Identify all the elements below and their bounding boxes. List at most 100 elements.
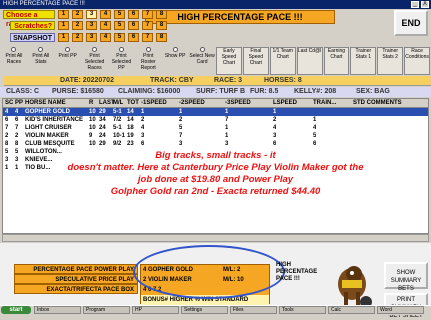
column-header[interactable]: -1SPEED (141, 99, 167, 108)
table-cell: 5 (313, 133, 317, 139)
race-number-box[interactable]: 5 (114, 10, 125, 19)
option-11[interactable]: Last Cd@l (296, 47, 323, 75)
taskbar-item[interactable]: Word (377, 306, 424, 314)
table-row[interactable]: 6 6 KID'S INHERITANCE 10 34 7/2 14 2 2 7 2 1 (3, 116, 428, 124)
sex-value: SEX: BAG (356, 88, 390, 95)
column-header[interactable]: LSPEED (273, 99, 297, 108)
radio-icon (65, 47, 71, 53)
table-cell: 1 (273, 109, 277, 115)
option-7[interactable]: Select New Card (189, 47, 215, 75)
taskbar-item[interactable]: Settings (181, 306, 228, 314)
race-number-box[interactable]: 4 (100, 10, 111, 19)
column-header[interactable]: SC (5, 99, 13, 108)
race-number-box[interactable]: 2 (72, 10, 83, 19)
option-3[interactable]: Print Selected Races (82, 47, 108, 75)
scratch-number-box[interactable]: 4 (100, 21, 111, 30)
start-button[interactable]: start (1, 306, 31, 314)
option-5[interactable]: Print Roster Report (135, 47, 161, 75)
table-cell: 18 (127, 125, 134, 131)
column-header[interactable]: TOT (127, 99, 139, 108)
column-header[interactable]: M/L (113, 99, 123, 108)
close-window-button[interactable]: X (421, 1, 429, 8)
purse-value: PURSE: $16580 (52, 88, 104, 95)
column-header[interactable]: PP (15, 99, 23, 108)
scratch-number-box[interactable]: 8 (156, 21, 167, 30)
snapshot-label: SNAPSHOT (10, 33, 55, 42)
scratch-number-box[interactable]: 7 (142, 21, 153, 30)
table-cell: 4 (15, 109, 19, 115)
snapshot-number-box[interactable]: 7 (142, 33, 153, 42)
end-button[interactable]: END (394, 10, 428, 36)
table-row[interactable]: 4 4 GOPHER GOLD 10 29 5-1 14 1 1 1 1 (3, 108, 428, 116)
scratch-number-box[interactable]: 5 (114, 21, 125, 30)
scratch-number-box[interactable]: 1 (58, 21, 69, 30)
column-header[interactable]: -2SPEED (179, 99, 205, 108)
table-cell: 10 (89, 125, 96, 131)
option-0[interactable]: Print All Races (1, 47, 27, 75)
table-row[interactable]: 7 7 LIGHT CRUISER 10 24 5-1 18 4 5 1 4 4 (3, 124, 428, 132)
table-cell: 10 (89, 141, 96, 147)
scratch-number-box[interactable]: 6 (128, 21, 139, 30)
option-6[interactable]: Show PP (162, 47, 188, 75)
snapshot-number-box[interactable]: 1 (58, 33, 69, 42)
overlay-line-3: job done at $19.80 and Power Play (137, 174, 294, 185)
option-10[interactable]: 1/1 Team Chart (269, 47, 296, 75)
pace-box-label: EXACTA/TRIFECTA PACE BOX (14, 284, 138, 294)
taskbar-item[interactable]: Tools (279, 306, 326, 314)
option-9[interactable]: Final Speed Chart (242, 47, 269, 75)
table-cell: 10-1 (113, 133, 126, 139)
column-header[interactable]: -3SPEED (225, 99, 251, 108)
highlight-ellipse (133, 245, 285, 299)
scratch-number-box[interactable]: 2 (72, 21, 83, 30)
snapshot-number-box[interactable]: 2 (72, 33, 83, 42)
column-header[interactable]: STD COMMENTS (353, 99, 402, 108)
column-header[interactable]: HORSE NAME (25, 99, 66, 108)
radio-icon (11, 47, 17, 53)
race-number-box[interactable]: 3 (86, 10, 97, 19)
option-1[interactable]: Print All Stats (28, 47, 54, 75)
taskbar-item[interactable]: Calc (328, 306, 375, 314)
race-number-box[interactable]: 8 (156, 10, 167, 19)
option-12[interactable]: Earning Chart (323, 47, 350, 75)
radio-icon (118, 47, 124, 53)
horizontal-scrollbar[interactable] (2, 234, 429, 242)
snapshot-number-box[interactable]: 3 (86, 33, 97, 42)
taskbar-item[interactable]: Program (83, 306, 130, 314)
table-cell: 6 (313, 141, 317, 147)
snapshot-number-box[interactable]: 4 (100, 33, 111, 42)
column-header[interactable]: TRAIN... (313, 99, 336, 108)
option-2[interactable]: Print PP (55, 47, 81, 75)
race-date: DATE: 20220702 (60, 77, 114, 84)
show-summary-bets-button[interactable]: SHOW SUMMARY BETS (384, 262, 428, 292)
taskbar-item[interactable]: HP (132, 306, 179, 314)
option-4[interactable]: Print Selected PP (109, 47, 135, 75)
table-cell: 4 (313, 125, 317, 131)
column-header[interactable]: R (89, 99, 93, 108)
race-number-box[interactable]: 6 (128, 10, 139, 19)
option-label: Print Roster Report (140, 53, 156, 71)
snapshot-number-box[interactable]: 8 (156, 33, 167, 42)
table-cell: 34 (99, 117, 106, 123)
taskbar-item[interactable]: Files (230, 306, 277, 314)
snapshot-number-box[interactable]: 6 (128, 33, 139, 42)
option-13[interactable]: Trainer Stats 1 (350, 47, 377, 75)
table-cell: 5-1 (113, 125, 122, 131)
scratch-number-box[interactable]: 3 (86, 21, 97, 30)
option-8[interactable]: Early Speed Chart (216, 47, 242, 75)
table-row[interactable]: 8 8 CLUB MESQUITE 10 29 9/2 23 6 3 3 6 6 (3, 140, 428, 148)
race-number-box[interactable]: 7 (142, 10, 153, 19)
race-number-box[interactable]: 1 (58, 10, 69, 19)
table-cell: 7 (5, 125, 9, 131)
minimize-button[interactable]: _ (411, 1, 419, 8)
option-label: Trainer Stats 2 (382, 48, 399, 60)
taskbar-item[interactable]: Inbox (34, 306, 81, 314)
table-cell: 9 (89, 133, 93, 139)
snapshot-number-box[interactable]: 5 (114, 33, 125, 42)
table-cell: 3 (273, 133, 277, 139)
commentary-overlay: Big tracks, small tracks - it doesn't ma… (0, 150, 431, 232)
option-label: Earning Chart (327, 48, 346, 60)
options-toolbar: Print All Races Print All Stats Print PP Pr… (1, 47, 431, 75)
table-row[interactable]: 2 2 VIOLIN MAKER 9 24 10-1 19 3 7 1 3 5 (3, 132, 428, 140)
option-15[interactable]: Race Conditions (404, 47, 430, 75)
option-14[interactable]: Trainer Stats 2 (377, 47, 404, 75)
